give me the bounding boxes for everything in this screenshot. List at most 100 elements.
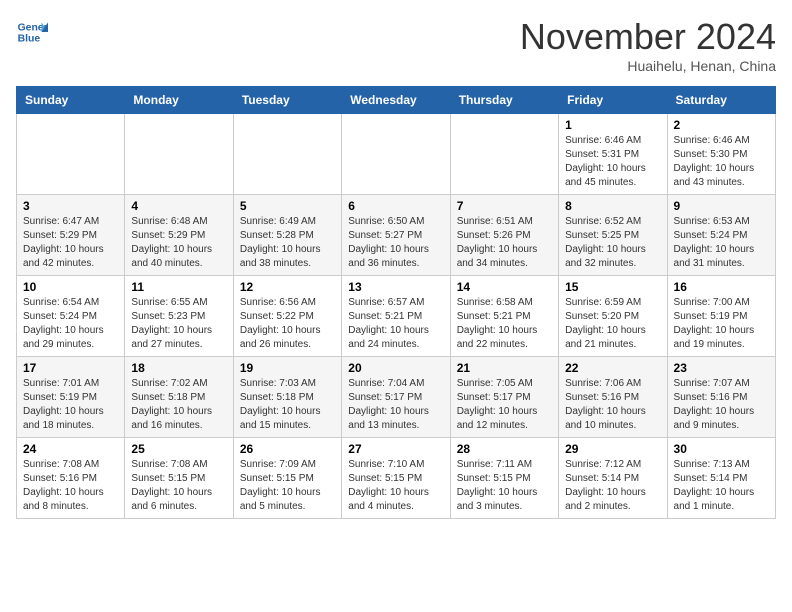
day-number: 27 bbox=[348, 442, 443, 456]
day-number: 11 bbox=[131, 280, 226, 294]
day-info: Sunrise: 6:56 AM Sunset: 5:22 PM Dayligh… bbox=[240, 296, 335, 352]
day-cell: 23Sunrise: 7:07 AM Sunset: 5:16 PM Dayli… bbox=[667, 357, 775, 438]
day-info: Sunrise: 7:06 AM Sunset: 5:16 PM Dayligh… bbox=[565, 377, 660, 433]
day-number: 15 bbox=[565, 280, 660, 294]
day-number: 18 bbox=[131, 361, 226, 375]
day-cell: 4Sunrise: 6:48 AM Sunset: 5:29 PM Daylig… bbox=[125, 195, 233, 276]
day-cell: 25 Sunrise: 7:08 AM Sunset: 5:15 PM Dayli… bbox=[125, 438, 233, 519]
day-number: 6 bbox=[348, 199, 443, 213]
weekday-header-tuesday: Tuesday bbox=[233, 87, 341, 114]
day-info: Sunrise: 6:57 AM Sunset: 5:21 PM Dayligh… bbox=[348, 296, 443, 352]
day-cell: 30 Sunrise: 7:13 AM Sunset: 5:14 PM Dayli… bbox=[667, 438, 775, 519]
week-row-5: 24 Sunrise: 7:08 AM Sunset: 5:16 PM Dayli… bbox=[17, 438, 776, 519]
day-number: 10 bbox=[23, 280, 118, 294]
day-cell: 3 Sunrise: 6:47 AM Sunset: 5:29 PM Daylig… bbox=[17, 195, 125, 276]
day-number: 26 bbox=[240, 442, 335, 456]
day-cell bbox=[233, 114, 341, 195]
day-number: 25 bbox=[131, 442, 226, 456]
day-cell: 1 Sunrise: 6:46 AM Sunset: 5:31 PM Daylig… bbox=[559, 114, 667, 195]
day-cell: 18 Sunrise: 7:02 AM Sunset: 5:18 PM Dayli… bbox=[125, 357, 233, 438]
day-cell: 12 Sunrise: 6:56 AM Sunset: 5:22 PM Dayli… bbox=[233, 276, 341, 357]
day-cell: 7Sunrise: 6:51 AM Sunset: 5:26 PM Daylig… bbox=[450, 195, 558, 276]
day-number: 22 bbox=[565, 361, 660, 375]
day-number: 20 bbox=[348, 361, 443, 375]
day-number: 14 bbox=[457, 280, 552, 294]
svg-text:Blue: Blue bbox=[18, 34, 41, 45]
day-number: 12 bbox=[240, 280, 335, 294]
day-info: Sunrise: 7:12 AM Sunset: 5:14 PM Dayligh… bbox=[565, 458, 660, 514]
day-number: 8 bbox=[565, 199, 660, 213]
day-cell: 10 Sunrise: 6:54 AM Sunset: 5:24 PM Dayli… bbox=[17, 276, 125, 357]
day-info: Sunrise: 7:08 AM Sunset: 5:15 PM Dayligh… bbox=[131, 458, 226, 514]
day-info: Sunrise: 7:11 AM Sunset: 5:15 PM Dayligh… bbox=[457, 458, 552, 514]
week-row-4: 17Sunrise: 7:01 AM Sunset: 5:19 PM Dayli… bbox=[17, 357, 776, 438]
day-info: Sunrise: 7:13 AM Sunset: 5:14 PM Dayligh… bbox=[674, 458, 769, 514]
day-cell: 17Sunrise: 7:01 AM Sunset: 5:19 PM Dayli… bbox=[17, 357, 125, 438]
logo-icon: General Blue bbox=[16, 16, 48, 48]
day-cell: 27 Sunrise: 7:10 AM Sunset: 5:15 PM Dayli… bbox=[342, 438, 450, 519]
day-cell: 2Sunrise: 6:46 AM Sunset: 5:30 PM Daylig… bbox=[667, 114, 775, 195]
day-info: Sunrise: 7:09 AM Sunset: 5:15 PM Dayligh… bbox=[240, 458, 335, 514]
weekday-header-row: SundayMondayTuesdayWednesdayThursdayFrid… bbox=[17, 87, 776, 114]
day-cell: 21 Sunrise: 7:05 AM Sunset: 5:17 PM Dayli… bbox=[450, 357, 558, 438]
day-info: Sunrise: 7:00 AM Sunset: 5:19 PM Dayligh… bbox=[674, 296, 769, 352]
day-cell bbox=[450, 114, 558, 195]
day-info: Sunrise: 6:49 AM Sunset: 5:28 PM Dayligh… bbox=[240, 215, 335, 271]
logo: General Blue bbox=[16, 16, 48, 48]
weekday-header-wednesday: Wednesday bbox=[342, 87, 450, 114]
day-cell bbox=[342, 114, 450, 195]
day-cell: 16Sunrise: 7:00 AM Sunset: 5:19 PM Dayli… bbox=[667, 276, 775, 357]
day-cell: 14 Sunrise: 6:58 AM Sunset: 5:21 PM Dayli… bbox=[450, 276, 558, 357]
week-row-3: 10 Sunrise: 6:54 AM Sunset: 5:24 PM Dayli… bbox=[17, 276, 776, 357]
day-number: 9 bbox=[674, 199, 769, 213]
day-info: Sunrise: 6:47 AM Sunset: 5:29 PM Dayligh… bbox=[23, 215, 118, 271]
day-info: Sunrise: 7:10 AM Sunset: 5:15 PM Dayligh… bbox=[348, 458, 443, 514]
day-number: 17 bbox=[23, 361, 118, 375]
weekday-header-friday: Friday bbox=[559, 87, 667, 114]
day-number: 30 bbox=[674, 442, 769, 456]
day-number: 5 bbox=[240, 199, 335, 213]
page-header: General Blue November 2024 Huaihelu, Hen… bbox=[16, 16, 776, 74]
location-subtitle: Huaihelu, Henan, China bbox=[520, 58, 776, 74]
day-cell bbox=[125, 114, 233, 195]
day-info: Sunrise: 7:08 AM Sunset: 5:16 PM Dayligh… bbox=[23, 458, 118, 514]
weekday-header-sunday: Sunday bbox=[17, 87, 125, 114]
day-info: Sunrise: 7:05 AM Sunset: 5:17 PM Dayligh… bbox=[457, 377, 552, 433]
day-cell: 5 Sunrise: 6:49 AM Sunset: 5:28 PM Daylig… bbox=[233, 195, 341, 276]
day-number: 4 bbox=[131, 199, 226, 213]
day-cell bbox=[17, 114, 125, 195]
day-number: 24 bbox=[23, 442, 118, 456]
day-number: 2 bbox=[674, 118, 769, 132]
day-info: Sunrise: 6:58 AM Sunset: 5:21 PM Dayligh… bbox=[457, 296, 552, 352]
day-cell: 9 Sunrise: 6:53 AM Sunset: 5:24 PM Daylig… bbox=[667, 195, 775, 276]
day-cell: 29Sunrise: 7:12 AM Sunset: 5:14 PM Dayli… bbox=[559, 438, 667, 519]
day-cell: 11 Sunrise: 6:55 AM Sunset: 5:23 PM Dayli… bbox=[125, 276, 233, 357]
day-cell: 20 Sunrise: 7:04 AM Sunset: 5:17 PM Dayli… bbox=[342, 357, 450, 438]
day-info: Sunrise: 6:53 AM Sunset: 5:24 PM Dayligh… bbox=[674, 215, 769, 271]
day-info: Sunrise: 6:46 AM Sunset: 5:31 PM Dayligh… bbox=[565, 134, 660, 190]
day-cell: 15 Sunrise: 6:59 AM Sunset: 5:20 PM Dayli… bbox=[559, 276, 667, 357]
week-row-1: 1 Sunrise: 6:46 AM Sunset: 5:31 PM Daylig… bbox=[17, 114, 776, 195]
day-info: Sunrise: 6:55 AM Sunset: 5:23 PM Dayligh… bbox=[131, 296, 226, 352]
day-cell: 6Sunrise: 6:50 AM Sunset: 5:27 PM Daylig… bbox=[342, 195, 450, 276]
day-number: 13 bbox=[348, 280, 443, 294]
day-cell: 8Sunrise: 6:52 AM Sunset: 5:25 PM Daylig… bbox=[559, 195, 667, 276]
weekday-header-saturday: Saturday bbox=[667, 87, 775, 114]
day-cell: 22 Sunrise: 7:06 AM Sunset: 5:16 PM Dayli… bbox=[559, 357, 667, 438]
weekday-header-thursday: Thursday bbox=[450, 87, 558, 114]
day-info: Sunrise: 7:04 AM Sunset: 5:17 PM Dayligh… bbox=[348, 377, 443, 433]
day-number: 19 bbox=[240, 361, 335, 375]
day-number: 7 bbox=[457, 199, 552, 213]
day-number: 28 bbox=[457, 442, 552, 456]
day-info: Sunrise: 7:02 AM Sunset: 5:18 PM Dayligh… bbox=[131, 377, 226, 433]
day-info: Sunrise: 6:59 AM Sunset: 5:20 PM Dayligh… bbox=[565, 296, 660, 352]
day-cell: 13 Sunrise: 6:57 AM Sunset: 5:21 PM Dayli… bbox=[342, 276, 450, 357]
weekday-header-monday: Monday bbox=[125, 87, 233, 114]
day-cell: 24 Sunrise: 7:08 AM Sunset: 5:16 PM Dayli… bbox=[17, 438, 125, 519]
day-number: 3 bbox=[23, 199, 118, 213]
day-info: Sunrise: 6:54 AM Sunset: 5:24 PM Dayligh… bbox=[23, 296, 118, 352]
day-info: Sunrise: 7:03 AM Sunset: 5:18 PM Dayligh… bbox=[240, 377, 335, 433]
day-number: 21 bbox=[457, 361, 552, 375]
month-title: November 2024 bbox=[520, 16, 776, 58]
day-number: 1 bbox=[565, 118, 660, 132]
